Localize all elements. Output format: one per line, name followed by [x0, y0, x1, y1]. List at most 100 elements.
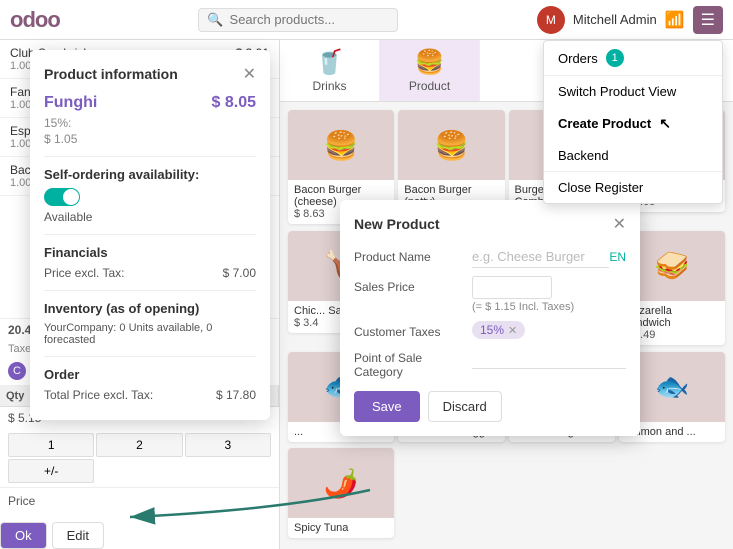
numpad-3[interactable]: 3 [185, 433, 271, 457]
switch-view-label: Switch Product View [558, 84, 676, 99]
tax-value: 15% [480, 323, 504, 337]
divider [44, 290, 256, 291]
product-thumb: 🌶️ [288, 448, 394, 518]
pos-category-input[interactable] [472, 347, 626, 369]
product-name-price-row: Funghi $ 8.05 [44, 94, 256, 112]
product-name: Funghi [44, 94, 97, 112]
ok-button[interactable]: Ok [0, 522, 47, 549]
inventory-title: Inventory (as of opening) [44, 301, 256, 316]
new-product-modal: New Product ✕ Product Name EN Sales Pric… [340, 200, 640, 436]
price-excl-label: Price excl. Tax: [44, 266, 124, 280]
modal-title: New Product [354, 216, 440, 232]
total-value: $ 17.80 [216, 388, 256, 402]
product-card[interactable]: 🌶️ Spicy Tuna [288, 448, 394, 538]
pos-category-input-area[interactable] [472, 347, 626, 369]
product-name-label: Product Name [354, 246, 464, 264]
product-name-row: Product Name EN [354, 246, 626, 268]
sales-price-label: Sales Price [354, 276, 464, 294]
price-label: Price [8, 494, 35, 508]
numpad-area: 1 2 3 +/- [0, 429, 279, 487]
self-ordering-toggle[interactable] [44, 188, 80, 206]
avatar: M [537, 6, 565, 34]
panel-close-button[interactable]: ✕ [243, 64, 256, 84]
dropdown-item-orders[interactable]: Orders 1 [544, 41, 722, 75]
product-thumb: 🍔 [398, 110, 504, 180]
topbar: odoo 🔍 M Mitchell Admin 📶 ☰ [0, 0, 733, 40]
en-badge: EN [609, 250, 626, 264]
toggle-knob [63, 189, 79, 205]
orders-label: Orders [558, 51, 598, 66]
close-register-label: Close Register [558, 180, 643, 195]
available-text: Available [44, 210, 256, 224]
drinks-icon: 🥤 [315, 48, 345, 77]
customer-taxes-label: Customer Taxes [354, 321, 464, 339]
modal-header: New Product ✕ [354, 214, 626, 234]
search-bar[interactable]: 🔍 [198, 8, 398, 32]
dropdown-item-close-register[interactable]: Close Register [544, 172, 722, 203]
numpad-4[interactable]: +/- [8, 459, 94, 483]
self-ordering-title: Self-ordering availability: [44, 167, 256, 182]
wifi-icon: 📶 [665, 10, 685, 30]
hamburger-button[interactable]: ☰ [693, 6, 723, 34]
backend-label: Backend [558, 148, 609, 163]
product-name-input[interactable] [472, 246, 609, 268]
search-input[interactable] [230, 12, 370, 27]
dropdown-item-create-product[interactable]: Create Product ↖ [544, 107, 722, 140]
tax-remove-button[interactable]: ✕ [508, 324, 517, 337]
toggle-row [44, 188, 256, 206]
orders-badge: 1 [606, 49, 624, 67]
modal-close-button[interactable]: ✕ [613, 214, 626, 234]
price-excl-row: Price excl. Tax: $ 7.00 [44, 266, 256, 280]
numpad-2[interactable]: 2 [96, 433, 182, 457]
save-button[interactable]: Save [354, 391, 420, 422]
pos-category-label: Point of Sale Category [354, 347, 464, 379]
edit-button[interactable]: Edit [52, 522, 104, 549]
pos-category-row: Point of Sale Category [354, 347, 626, 379]
modal-actions: Save Discard [354, 391, 626, 422]
sales-price-input[interactable]: $ 1.00 [472, 276, 552, 299]
product-thumb: 🍔 [288, 110, 394, 180]
divider [44, 234, 256, 235]
create-product-label: Create Product [558, 116, 651, 131]
card-name: Spicy Tuna [294, 522, 388, 534]
sales-price-input-area: $ 1.00 (= $ 1.15 Incl. Taxes) [472, 276, 626, 313]
tab-drinks[interactable]: 🥤 Drinks [280, 40, 380, 101]
inventory-text: YourCompany: 0 Units available, 0 foreca… [44, 322, 256, 346]
tab-drinks-label: Drinks [312, 79, 346, 93]
tax-badge: 15% ✕ [472, 321, 525, 339]
panel-title: Product information [44, 66, 178, 82]
discount-row: 15%: [44, 116, 256, 130]
tab-food[interactable]: 🍔 Product [380, 40, 480, 101]
divider [44, 156, 256, 157]
discard-button[interactable]: Discard [428, 391, 502, 422]
card-info: Spicy Tuna [288, 518, 394, 538]
tab-food-label: Product [409, 79, 450, 93]
total-label: Total Price excl. Tax: [44, 388, 153, 402]
product-name-input-area: EN [472, 246, 626, 268]
food-icon: 🍔 [415, 48, 445, 77]
divider [44, 356, 256, 357]
topbar-right: M Mitchell Admin 📶 ☰ [537, 6, 723, 34]
product-card-wrap: 🌶️ Spicy Tuna [288, 448, 394, 541]
price-label-row: Price [0, 487, 279, 514]
user-name: Mitchell Admin [573, 12, 657, 27]
customer-icon: C [8, 362, 26, 380]
dropdown-item-backend[interactable]: Backend [544, 140, 722, 171]
dropdown-item-switch-view[interactable]: Switch Product View [544, 76, 722, 107]
discounted-price: $ 1.05 [44, 132, 256, 146]
product-info-panel: Product information ✕ Funghi $ 8.05 15%:… [30, 50, 270, 420]
search-icon: 🔍 [207, 12, 223, 28]
price-excl-value: $ 7.00 [223, 266, 256, 280]
customer-taxes-row: Customer Taxes 15% ✕ [354, 321, 626, 339]
product-price: $ 8.05 [212, 94, 256, 112]
panel-header: Product information ✕ [44, 64, 256, 84]
ok-edit-buttons: Ok Edit [0, 522, 279, 549]
odoo-logo: odoo [10, 7, 60, 33]
cursor-icon: ↖ [659, 115, 671, 132]
price-incl-tax: (= $ 1.15 Incl. Taxes) [472, 301, 626, 313]
order-section-title: Order [44, 367, 256, 382]
order-total-row: Total Price excl. Tax: $ 17.80 [44, 388, 256, 402]
customer-taxes-input-area: 15% ✕ [472, 321, 626, 339]
financials-title: Financials [44, 245, 256, 260]
numpad-1[interactable]: 1 [8, 433, 94, 457]
